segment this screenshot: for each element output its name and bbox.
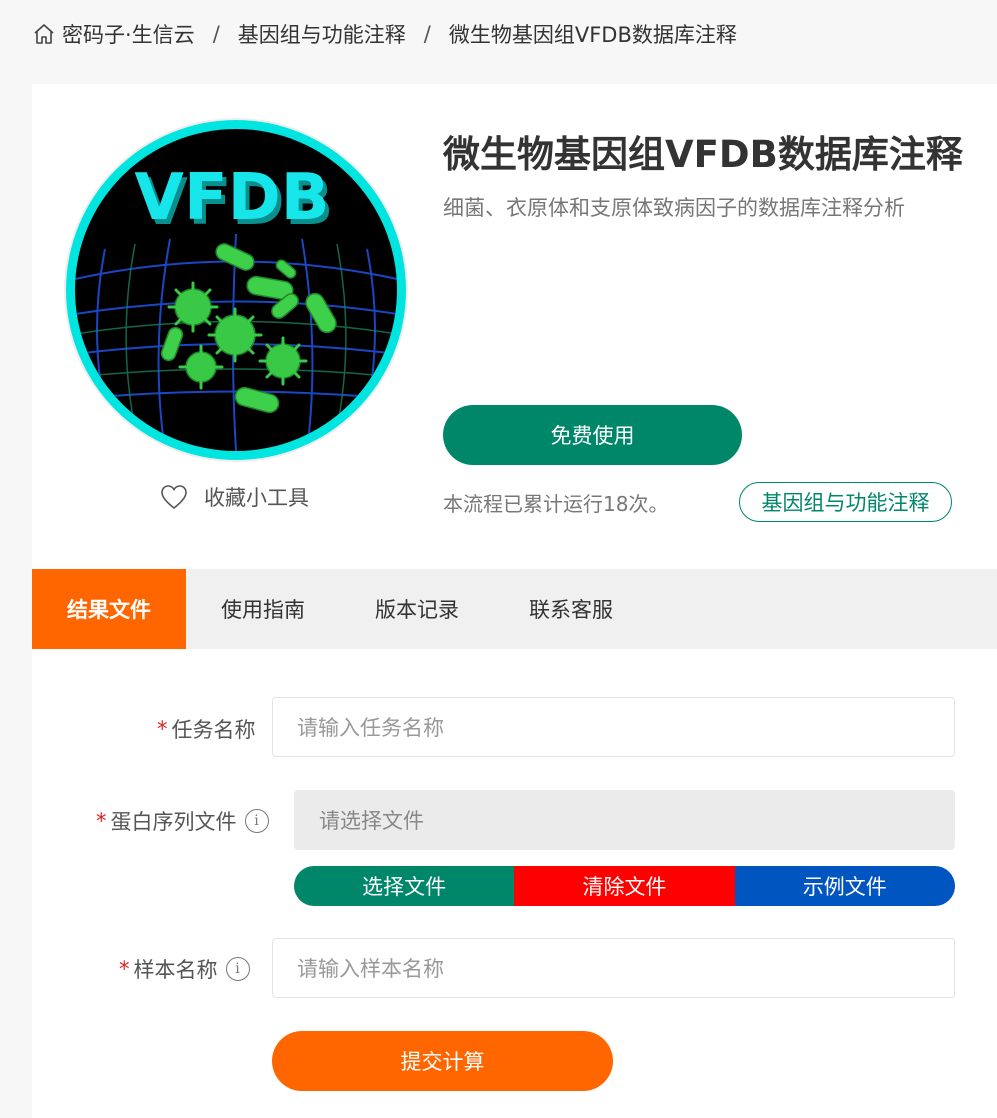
logo-text: VFDB (134, 161, 329, 235)
breadcrumb-item-category[interactable]: 基因组与功能注释 (238, 19, 406, 49)
tab-guide[interactable]: 使用指南 (186, 569, 340, 649)
protein-file-label-text: 蛋白序列文件 (110, 810, 237, 834)
free-use-button[interactable]: 免费使用 (443, 405, 742, 465)
required-mark: * (96, 809, 107, 833)
home-icon[interactable] (32, 22, 56, 46)
select-file-button[interactable]: 选择文件 (294, 866, 515, 906)
tab-support[interactable]: 联系客服 (494, 569, 648, 649)
tool-logo-image: VFDB VFDB (75, 129, 397, 451)
tool-logo: VFDB VFDB (64, 118, 408, 462)
favorite-button[interactable]: 收藏小工具 (160, 482, 309, 512)
category-tag[interactable]: 基因组与功能注释 (739, 482, 952, 522)
required-mark: * (157, 717, 168, 741)
submit-button[interactable]: 提交计算 (272, 1031, 613, 1091)
sample-name-label-text: 样本名称 (133, 958, 218, 982)
favorite-label: 收藏小工具 (204, 486, 309, 510)
protein-file-label: * 蛋白序列文件 i (96, 806, 269, 836)
example-file-button[interactable]: 示例文件 (734, 866, 955, 906)
sample-name-input[interactable]: 请输入样本名称 (272, 938, 955, 998)
task-name-label-text: 任务名称 (171, 718, 256, 742)
tab-bar: 结果文件 使用指南 版本记录 联系客服 (32, 569, 997, 649)
breadcrumb-item-current: 微生物基因组VFDB数据库注释 (448, 23, 737, 47)
page-title: 微生物基因组VFDB数据库注释 (443, 133, 963, 176)
task-name-input[interactable]: 请输入任务名称 (272, 697, 955, 757)
file-button-group: 选择文件 清除文件 示例文件 (294, 866, 955, 906)
tool-panel: VFDB VFDB 收藏小工具 微生物基因组VFDB数据库注释 细菌、衣原体和支… (32, 84, 997, 1118)
required-mark: * (119, 957, 130, 981)
breadcrumb: 密码子·生信云 / 基因组与功能注释 / 微生物基因组VFDB数据库注释 (32, 18, 737, 50)
sample-name-label: * 样本名称 i (119, 954, 250, 984)
run-count-text: 本流程已累计运行18次。 (443, 492, 669, 516)
vfdb-logo-graphic: VFDB VFDB (75, 161, 397, 451)
breadcrumb-separator: / (423, 22, 431, 46)
protein-file-input[interactable]: 请选择文件 (294, 790, 955, 850)
info-icon[interactable]: i (225, 957, 250, 981)
breadcrumb-item-home[interactable]: 密码子·生信云 (62, 19, 195, 49)
info-icon[interactable]: i (244, 809, 269, 833)
tab-versions[interactable]: 版本记录 (340, 569, 494, 649)
page-subtitle: 细菌、衣原体和支原体致病因子的数据库注释分析 (443, 196, 905, 220)
tab-results[interactable]: 结果文件 (32, 569, 186, 649)
tool-logo-ring: VFDB VFDB (66, 120, 406, 460)
clear-file-button[interactable]: 清除文件 (514, 866, 735, 906)
breadcrumb-separator: / (212, 22, 220, 46)
task-name-label: * 任务名称 (157, 714, 256, 744)
heart-icon (161, 485, 187, 510)
